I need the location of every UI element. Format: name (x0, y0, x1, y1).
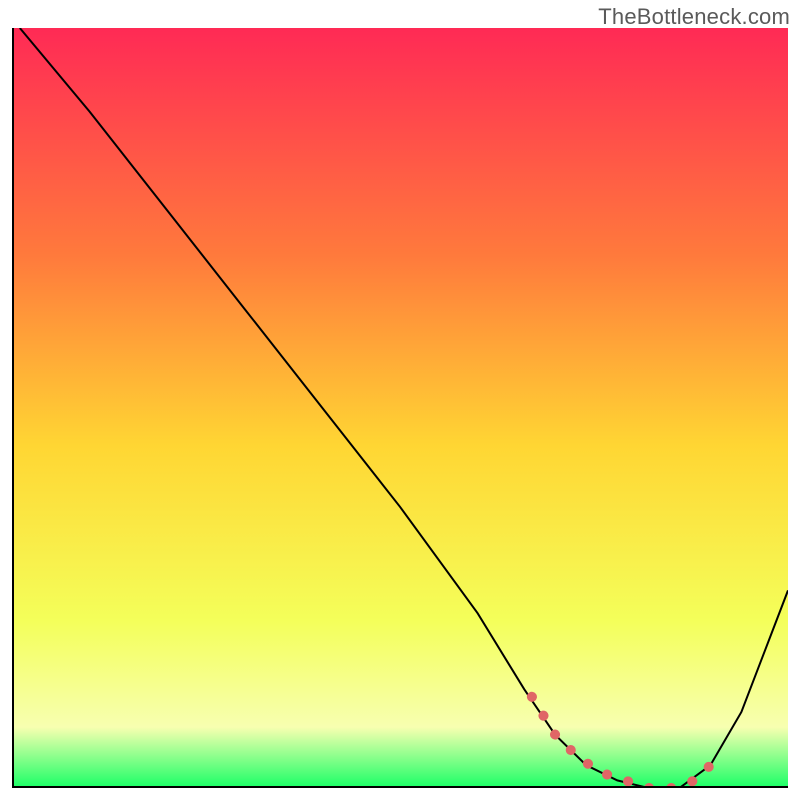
chart-container: TheBottleneck.com (0, 0, 800, 800)
axes-frame (12, 28, 788, 788)
watermark-text: TheBottleneck.com (598, 4, 790, 30)
